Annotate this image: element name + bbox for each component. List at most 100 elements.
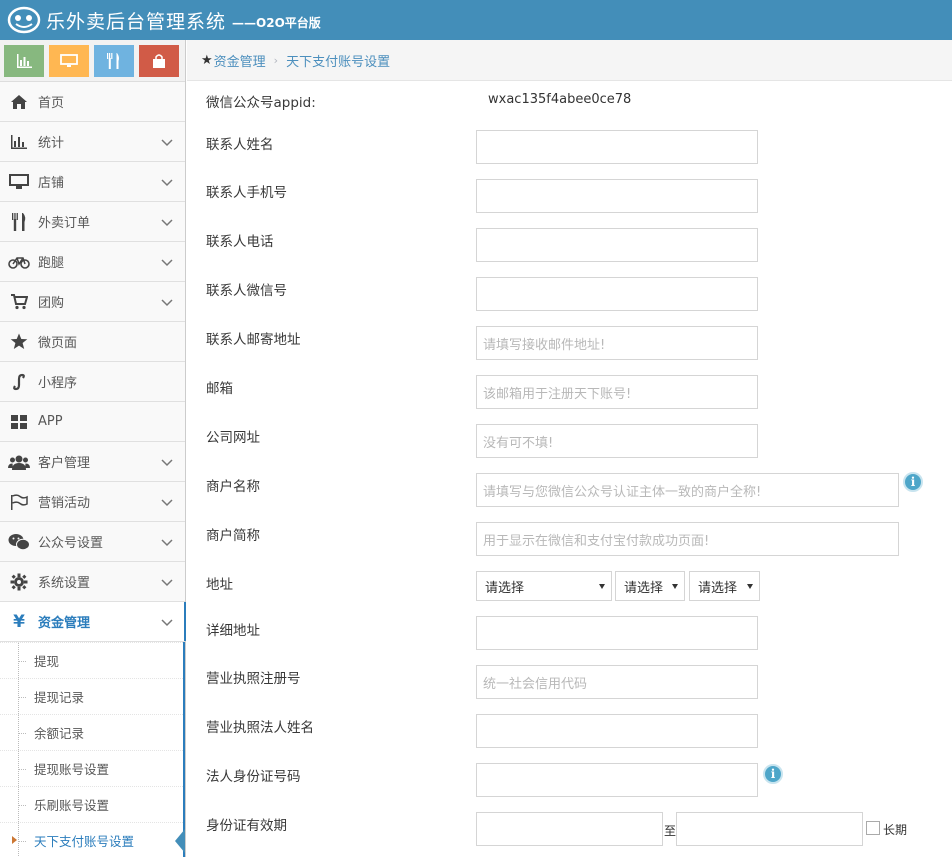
chevron-down-icon — [161, 616, 173, 631]
sidebar-item-label: 客户管理 — [38, 456, 91, 471]
website-input[interactable]: 没有可不填! — [476, 424, 758, 458]
submenu-item-label: 提现 — [34, 654, 60, 669]
submenu-item-1[interactable]: 提现记录 — [0, 678, 183, 714]
shortcut-shop-button[interactable] — [139, 44, 179, 77]
contact-phone-input[interactable] — [476, 228, 758, 262]
contact-phone-label: 联系人电话 — [206, 234, 274, 250]
detail-address-input[interactable] — [476, 616, 758, 650]
city-select[interactable]: 请选择 — [615, 571, 685, 601]
sidebar-item-4[interactable]: 跑腿 — [0, 242, 185, 282]
date-range-separator: 至 — [664, 824, 677, 838]
sidebar-item-label: 系统设置 — [38, 576, 91, 591]
merchant-name-input[interactable]: 请填写与您微信公众号认证主体一致的商户全称! — [476, 473, 899, 507]
long-term-checkbox[interactable] — [866, 821, 880, 835]
submenu-item-label: 余额记录 — [34, 726, 85, 741]
merchant-name-info-icon[interactable]: i — [903, 472, 923, 492]
monitor-icon — [8, 171, 30, 193]
utensils-icon — [8, 211, 30, 233]
legal-name-label: 营业执照法人姓名 — [206, 720, 314, 736]
contact-mail-input[interactable]: 请填写接收邮件地址! — [476, 326, 758, 360]
sidebar-item-5[interactable]: 团购 — [0, 282, 185, 322]
id-no-info-icon[interactable]: i — [763, 764, 783, 784]
monitor-icon — [60, 53, 78, 67]
city-dropdown-icon — [672, 584, 678, 589]
merchant-short-input[interactable]: 用于显示在微信和支付宝付款成功页面! — [476, 522, 899, 556]
sidebar-item-label: 统计 — [38, 136, 65, 151]
active-pointer-icon — [175, 829, 185, 853]
chevron-down-icon — [161, 456, 173, 471]
submenu-item-5[interactable]: 天下支付账号设置 — [0, 822, 185, 857]
breadcrumb-separator-icon: › — [273, 53, 279, 67]
caret-right-icon — [12, 836, 17, 844]
sidebar-item-label: APP — [38, 414, 63, 429]
flag-icon — [8, 491, 30, 513]
contact-mobile-input[interactable] — [476, 179, 758, 213]
submenu-item-3[interactable]: 提现账号设置 — [0, 750, 183, 786]
id-no-input[interactable] — [476, 763, 758, 797]
shortcut-store-button[interactable] — [49, 44, 89, 77]
submenu-item-label: 提现账号设置 — [34, 762, 110, 777]
legal-name-input[interactable] — [476, 714, 758, 748]
breadcrumb-root-link[interactable]: 资金管理 — [214, 51, 266, 70]
chevron-down-icon — [161, 136, 173, 151]
shortcut-bar — [0, 40, 185, 82]
contact-wechat-input[interactable] — [476, 277, 758, 311]
contact-mail-placeholder: 请填写接收邮件地址! — [483, 337, 606, 353]
chevron-down-icon — [161, 256, 173, 271]
submenu-item-2[interactable]: 余额记录 — [0, 714, 183, 750]
sidebar-item-7[interactable]: 小程序 — [0, 362, 185, 402]
license-no-label: 营业执照注册号 — [206, 671, 301, 687]
submenu-item-4[interactable]: 乐刷账号设置 — [0, 786, 183, 822]
email-placeholder: 该邮箱用于注册天下账号! — [483, 386, 632, 402]
sidebar-item-3[interactable]: 外卖订单 — [0, 202, 185, 242]
sidebar-item-1[interactable]: 统计 — [0, 122, 185, 162]
submenu-item-0[interactable]: 提现 — [0, 642, 183, 678]
email-input[interactable]: 该邮箱用于注册天下账号! — [476, 375, 758, 409]
sidebar-item-label: 跑腿 — [38, 256, 65, 271]
sidebar-item-8[interactable]: APP — [0, 402, 185, 442]
sidebar-item-0[interactable]: 首页 — [0, 82, 185, 122]
sidebar-item-label: 资金管理 — [38, 616, 91, 631]
logo-icon — [6, 2, 42, 38]
sidebar-item-9[interactable]: 客户管理 — [0, 442, 185, 482]
app-subtitle: ——O2O平台版 — [232, 15, 321, 30]
license-no-placeholder: 统一社会信用代码 — [483, 676, 588, 692]
sidebar-item-13[interactable]: ¥ 资金管理 — [0, 602, 186, 642]
district-select[interactable]: 请选择 — [689, 571, 760, 601]
appid-value: wxac135f4abee0ce78 — [488, 92, 632, 107]
shortcut-stats-button[interactable] — [4, 44, 44, 77]
long-term-label[interactable]: 长期 — [883, 821, 907, 838]
license-no-input[interactable]: 统一社会信用代码 — [476, 665, 758, 699]
sidebar-nav: 首页统计店铺外卖订单跑腿团购微页面小程序 APP 客户管理营销活动 公众号设置系统设置… — [0, 82, 186, 642]
sidebar-item-label: 小程序 — [38, 376, 78, 391]
id-validity-end-input[interactable] — [676, 812, 863, 846]
sidebar-item-label: 团购 — [38, 296, 65, 311]
chevron-down-icon — [161, 536, 173, 551]
province-select[interactable]: 请选择 — [476, 571, 612, 601]
district-select-value: 请选择 — [698, 580, 738, 596]
users-icon — [8, 451, 30, 473]
breadcrumb-current-link[interactable]: 天下支付账号设置 — [286, 51, 390, 70]
star-icon — [8, 331, 30, 353]
merchant-short-label: 商户简称 — [206, 528, 260, 544]
bar-chart-icon — [17, 53, 32, 68]
sidebar-item-label: 店铺 — [38, 176, 65, 191]
contact-mail-label: 联系人邮寄地址 — [206, 332, 301, 348]
sidebar-item-6[interactable]: 微页面 — [0, 322, 185, 362]
sidebar-item-11[interactable]: 公众号设置 — [0, 522, 185, 562]
id-validity-start-input[interactable] — [476, 812, 663, 846]
sidebar-item-label: 外卖订单 — [38, 216, 91, 231]
grid-icon — [8, 411, 30, 433]
sidebar-item-10[interactable]: 营销活动 — [0, 482, 185, 522]
sidebar-item-12[interactable]: 系统设置 — [0, 562, 185, 602]
province-select-value: 请选择 — [485, 580, 525, 596]
chevron-down-icon — [161, 496, 173, 511]
sidebar-item-label: 首页 — [38, 96, 65, 111]
sidebar-item-2[interactable]: 店铺 — [0, 162, 185, 202]
app-title: 乐外卖后台管理系统 — [46, 10, 227, 33]
shortcut-orders-button[interactable] — [94, 44, 134, 77]
address-label: 地址 — [206, 577, 233, 593]
district-dropdown-icon — [747, 584, 753, 589]
contact-name-input[interactable] — [476, 130, 758, 164]
gear-icon — [8, 571, 30, 593]
